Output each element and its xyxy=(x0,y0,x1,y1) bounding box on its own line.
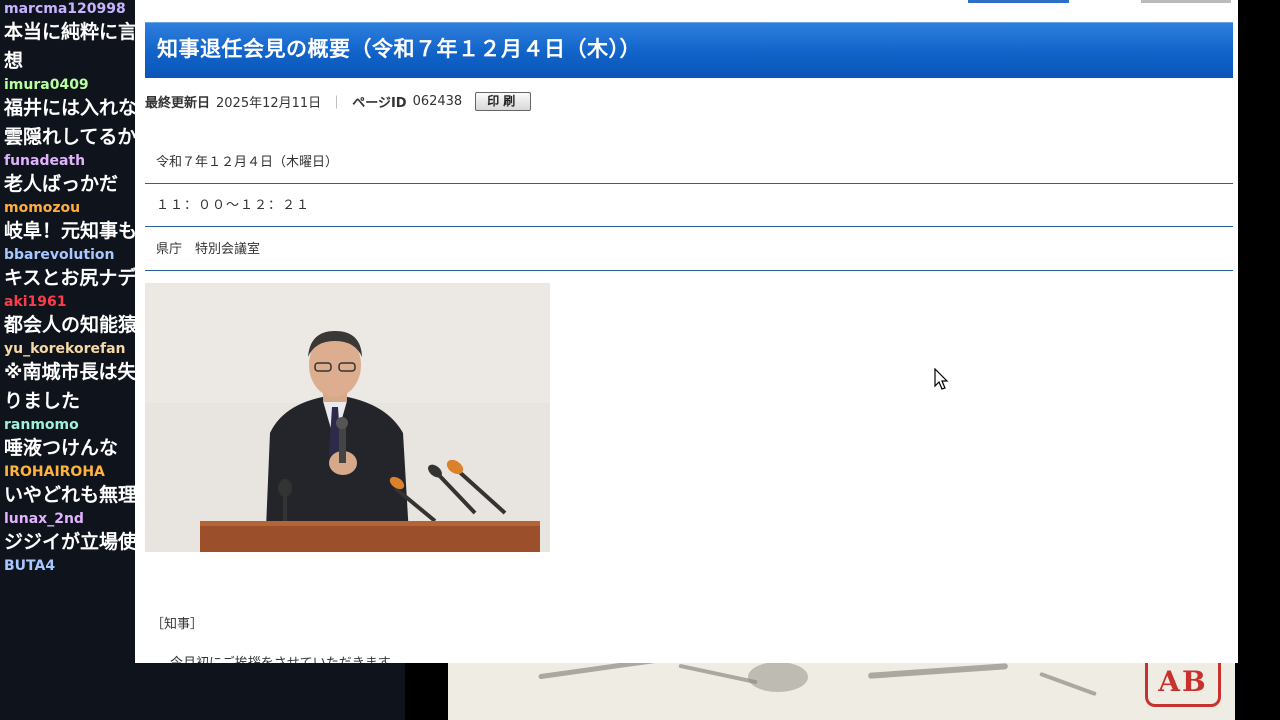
page-id-label: ページID xyxy=(352,95,407,111)
photo-illustration xyxy=(145,283,550,552)
mouse-cursor-icon xyxy=(934,368,949,390)
transcript-text: 今月初にご挨拶をさせていただきます xyxy=(157,652,391,663)
page-id-value: 062438 xyxy=(412,93,463,109)
meta-separator: ｜ xyxy=(330,95,344,111)
browser-page: 知事退任会見の概要（令和７年１２月４日（木）） 最終更新日 2025年12月11… xyxy=(135,0,1238,663)
page-title-bar: 知事退任会見の概要（令和７年１２月４日（木）） xyxy=(145,22,1233,78)
updated-label: 最終更新日 xyxy=(145,95,211,111)
brush-stroke xyxy=(748,662,808,692)
speaker-label: ［知事］ xyxy=(151,617,204,632)
page-title: 知事退任会見の概要（令和７年１２月４日（木）） xyxy=(157,37,641,61)
top-nav-button-right[interactable] xyxy=(1141,0,1231,3)
brush-stroke xyxy=(1039,671,1097,697)
print-button[interactable]: 印刷 xyxy=(475,91,532,111)
seal-stamp: AB xyxy=(1145,662,1221,707)
brush-stroke xyxy=(867,663,1009,679)
time-row: １１：００～１２：２１ xyxy=(145,184,1233,227)
brush-stroke xyxy=(538,662,658,680)
brush-stroke xyxy=(678,663,758,685)
date-row: 令和７年１２月４日（木曜日） xyxy=(145,141,1233,184)
press-conference-photo xyxy=(145,283,550,552)
page-meta: 最終更新日 2025年12月11日 ｜ ページID 062438 印刷 xyxy=(145,90,532,112)
updated-date: 2025年12月11日 xyxy=(216,95,322,111)
top-nav-button-left[interactable] xyxy=(968,0,1069,3)
place-row: 県庁 特別会議室 xyxy=(145,228,1233,271)
background-painting: AB xyxy=(448,662,1235,720)
